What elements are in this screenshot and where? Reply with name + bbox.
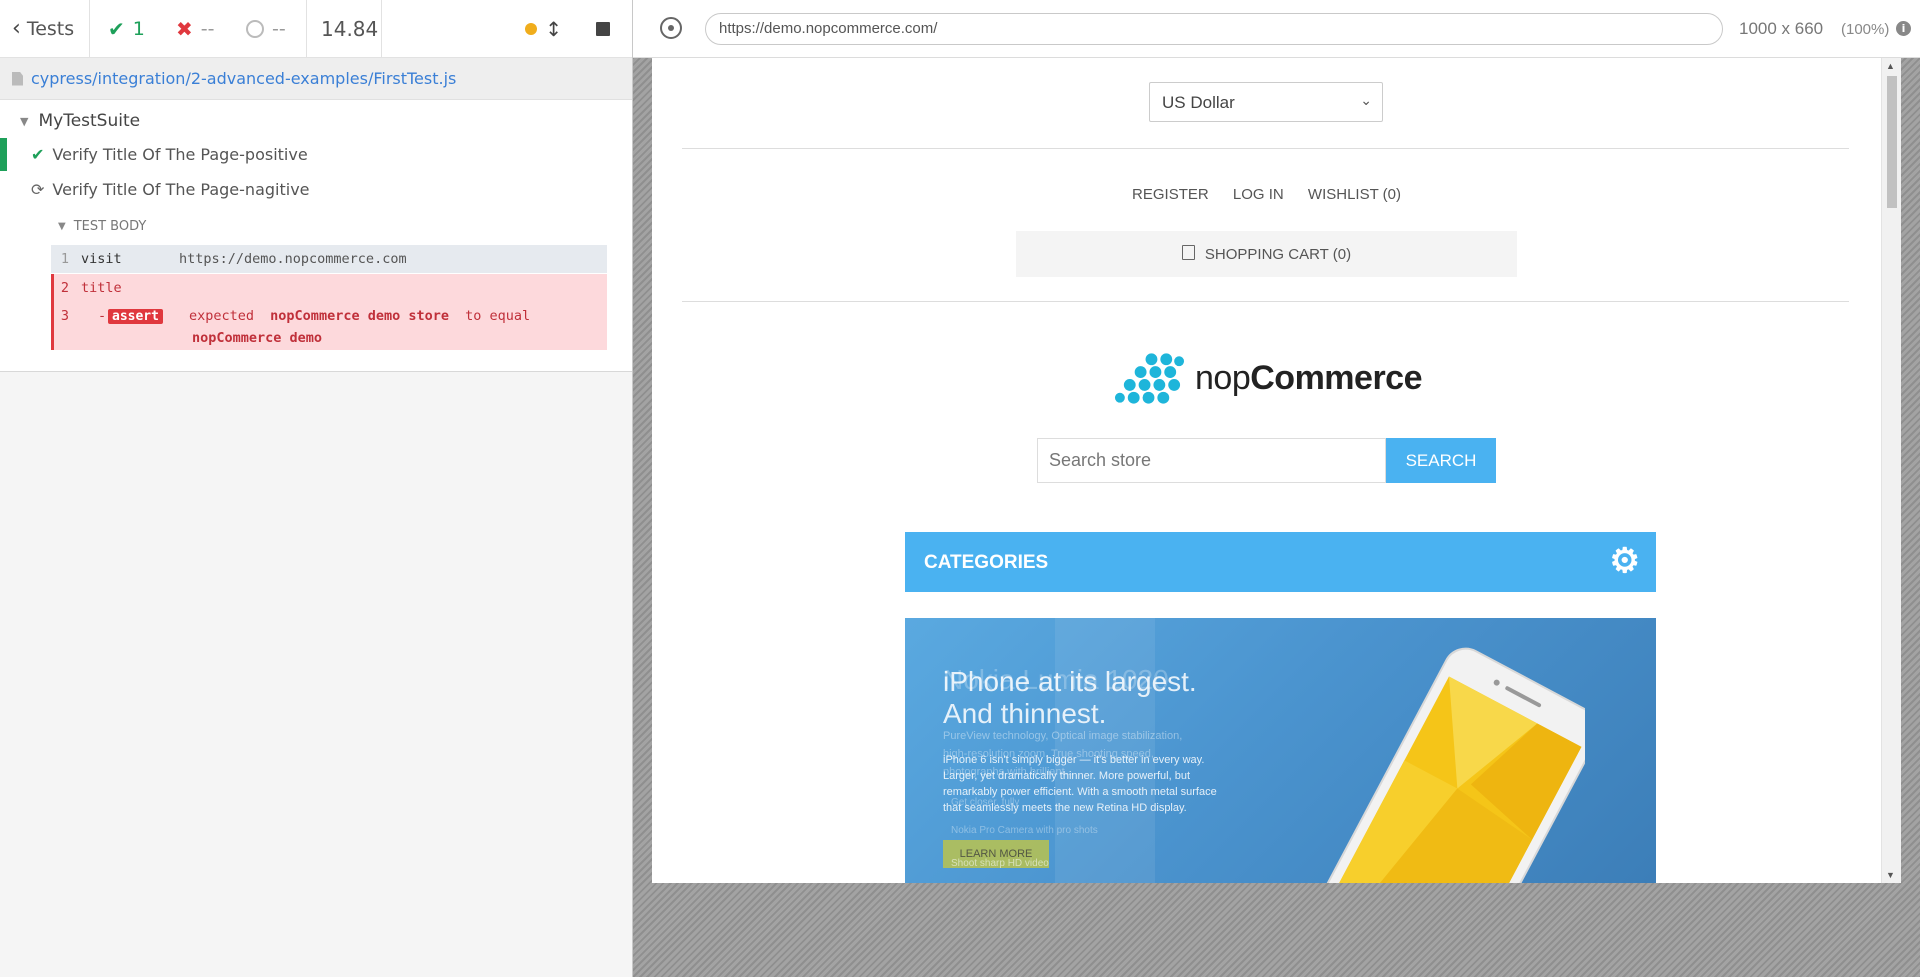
command-name: visit: [81, 251, 122, 267]
viewport-zoom: (100%): [1841, 21, 1890, 38]
command-number: 1: [60, 251, 69, 267]
test-title: Verify Title Of The Page-nagitive: [52, 180, 310, 199]
passed-indicator-bar: [0, 138, 7, 171]
spec-path-link[interactable]: cypress/integration/2-advanced-examples/…: [31, 69, 456, 88]
failed-count: ✖ --: [162, 0, 230, 58]
shopping-cart-button[interactable]: SHOPPING CART (0): [1016, 231, 1517, 277]
scrollbar-thumb[interactable]: [1887, 76, 1897, 208]
spec-file-bar: cypress/integration/2-advanced-examples/…: [0, 58, 632, 100]
wishlist-link[interactable]: WISHLIST (0): [1308, 186, 1401, 203]
stop-icon[interactable]: [596, 21, 610, 36]
gear-icon: ⚙: [1609, 542, 1640, 580]
header-links: REGISTER LOG IN WISHLIST (0): [652, 186, 1881, 203]
info-icon[interactable]: i: [1896, 21, 1911, 36]
logo-dots-icon: [1114, 353, 1185, 404]
test-body-label: TEST BODY: [73, 218, 147, 234]
test-row-passed[interactable]: ✔ Verify Title Of The Page-positive: [31, 141, 308, 168]
ghost-line-6: Shoot sharp HD video: [951, 858, 1049, 869]
currency-value: US Dollar: [1162, 93, 1235, 112]
ghost-line-5: Nokia Pro Camera with pro shots: [951, 825, 1098, 836]
pending-ring-icon: [246, 19, 264, 38]
url-bar[interactable]: https://demo.nopcommerce.com/: [705, 13, 1723, 45]
x-icon: ✖: [176, 16, 193, 41]
slider-headline-1: iPhone at its largest.: [943, 666, 1197, 697]
command-number: 3: [60, 308, 69, 324]
search-placeholder: Search store: [1049, 450, 1152, 470]
aut-scrollbar[interactable]: ▲ ▼: [1881, 58, 1901, 883]
command-log-panel: ‹ Tests ✔ 1 ✖ -- -- 14.84 ↕ cypress/inte…: [0, 0, 633, 977]
passed-count: ✔ 1: [90, 0, 162, 58]
check-icon: ✔: [31, 145, 45, 164]
cart-label: SHOPPING CART (0): [1204, 245, 1352, 263]
command-prefix: -: [98, 308, 107, 324]
ghost-line-1: PureView technology, Optical image stabi…: [943, 730, 1183, 742]
suite-title: MyTestSuite: [38, 111, 141, 131]
categories-bar[interactable]: CATEGORIES ⚙: [905, 532, 1656, 592]
search-button[interactable]: SEARCH: [1386, 438, 1496, 483]
header-divider: [682, 148, 1849, 149]
duration-value: 14.84: [321, 16, 379, 41]
test-tree: ▼ MyTestSuite ✔ Verify Title Of The Page…: [0, 100, 632, 372]
auto-scroll-dot-icon[interactable]: [525, 22, 538, 35]
iphone-illustration: [1317, 647, 1585, 883]
currency-select[interactable]: US Dollar ⌄: [1149, 82, 1383, 122]
chevron-down-icon: ⌄: [1360, 92, 1372, 108]
assert-message-line1: expected nopCommerce demo store to equal: [189, 308, 530, 324]
command-number: 2: [60, 280, 69, 296]
controls: ↕: [382, 0, 632, 58]
assert-badge: assert: [108, 309, 163, 324]
test-row-running[interactable]: ⟳ Verify Title Of The Page-nagitive: [31, 176, 310, 203]
scroll-up-arrow-icon[interactable]: ▲: [1886, 61, 1895, 71]
scroll-down-arrow-icon[interactable]: ▼: [1886, 870, 1895, 880]
categories-label: CATEGORIES: [924, 552, 1049, 573]
assert-word: expected: [189, 308, 255, 324]
command-name: title: [81, 280, 122, 296]
file-icon: [12, 71, 23, 86]
command-row-visit[interactable]: 1 visit https://demo.nopcommerce.com: [51, 245, 607, 273]
search-input[interactable]: Search store: [1037, 438, 1386, 483]
aut-iframe: US Dollar ⌄ REGISTER LOG IN WISHLIST (0)…: [652, 58, 1901, 883]
refresh-icon: ⟳: [31, 180, 45, 199]
slider-body-4: that seamlessly meets the new Retina HD …: [943, 802, 1187, 814]
tests-back-label: Tests: [26, 17, 75, 40]
slider-headline-2: And thinnest.: [943, 698, 1107, 729]
reporter-header: ‹ Tests ✔ 1 ✖ -- -- 14.84 ↕: [0, 0, 632, 58]
test-body-header[interactable]: ▼ TEST BODY: [58, 215, 146, 237]
assert-word: to equal: [465, 308, 531, 324]
viewport-size: 1000 x 660: [1739, 19, 1824, 38]
slider-body-2: Larger, yet dramatically thinner. More p…: [943, 770, 1191, 782]
suite-row[interactable]: ▼ MyTestSuite: [20, 108, 140, 134]
pending-count: --: [230, 0, 307, 58]
slider-body-1: iPhone 6 isn't simply bigger — it's bett…: [943, 754, 1205, 766]
check-icon: ✔: [108, 16, 125, 41]
tests-back-button[interactable]: ‹ Tests: [0, 0, 90, 58]
store-logo[interactable]: nopCommerce: [1112, 350, 1422, 406]
command-row-title[interactable]: 2 title: [51, 274, 607, 302]
passed-count-value: 1: [132, 17, 145, 40]
duration: 14.84: [307, 0, 382, 58]
header-divider-2: [682, 301, 1849, 302]
assert-expected: nopCommerce demo: [192, 330, 323, 346]
test-title: Verify Title Of The Page-positive: [52, 145, 308, 164]
logo-text: nopCommerce: [1195, 359, 1422, 398]
assert-actual: nopCommerce demo store: [270, 308, 449, 324]
login-link[interactable]: LOG IN: [1233, 186, 1284, 203]
command-message: https://demo.nopcommerce.com: [179, 251, 407, 267]
logo-text-light: nop: [1195, 358, 1251, 397]
logo-text-bold: Commerce: [1250, 358, 1422, 397]
selector-playground-icon[interactable]: [660, 17, 682, 39]
auto-scroll-toggle-icon[interactable]: ↕: [545, 17, 562, 41]
command-row-assert[interactable]: 3 - assert expected nopCommerce demo sto…: [51, 302, 607, 350]
chevron-left-icon: ‹: [12, 16, 21, 41]
register-link[interactable]: REGISTER: [1132, 186, 1209, 203]
failed-count-value: --: [200, 17, 215, 40]
caret-down-icon: ▼: [58, 220, 66, 232]
aut-header: https://demo.nopcommerce.com/ 1000 x 660…: [633, 0, 1920, 58]
bag-icon: [1181, 244, 1195, 260]
home-slider[interactable]: Nokia Lumia 1020 iPhone at its largest. …: [905, 618, 1656, 883]
caret-down-icon: ▼: [20, 114, 29, 128]
pending-count-value: --: [272, 17, 286, 40]
app-under-test-panel: https://demo.nopcommerce.com/ 1000 x 660…: [633, 0, 1920, 977]
